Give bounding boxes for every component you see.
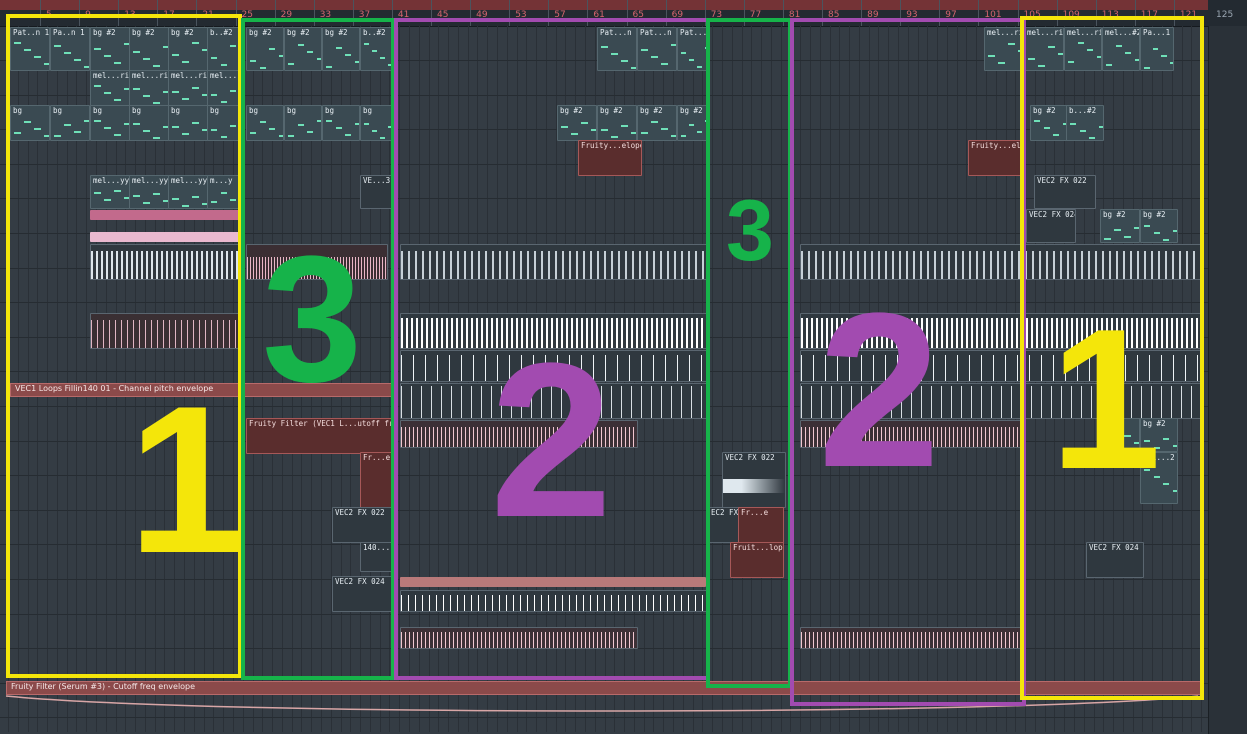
playlist-window: 5 9 13 17 21 25 29 33 37 41 45 49 53 57 61 65 69 73 77 81 85… bbox=[0, 0, 1247, 734]
annotation-label-1-right: 1 bbox=[1050, 288, 1162, 511]
ruler-end-number: 125 bbox=[1216, 10, 1234, 20]
envelope-label: Fruity Filter (Serum #3) - Cutoff freq e… bbox=[11, 682, 196, 691]
annotation-label-3-left: 3 bbox=[262, 219, 363, 420]
annotation-label-2-right: 2 bbox=[818, 267, 941, 513]
annotation-label-3-mid: 3 bbox=[726, 183, 774, 279]
loop-region-bar[interactable] bbox=[0, 0, 1208, 10]
annotation-label-1-left: 1 bbox=[128, 362, 245, 597]
playlist-track-lane[interactable] bbox=[0, 718, 1208, 734]
annotation-label-2-left: 2 bbox=[490, 317, 613, 563]
vertical-scrollbar[interactable] bbox=[1208, 26, 1247, 734]
annotation-box-green-mid bbox=[706, 18, 792, 688]
